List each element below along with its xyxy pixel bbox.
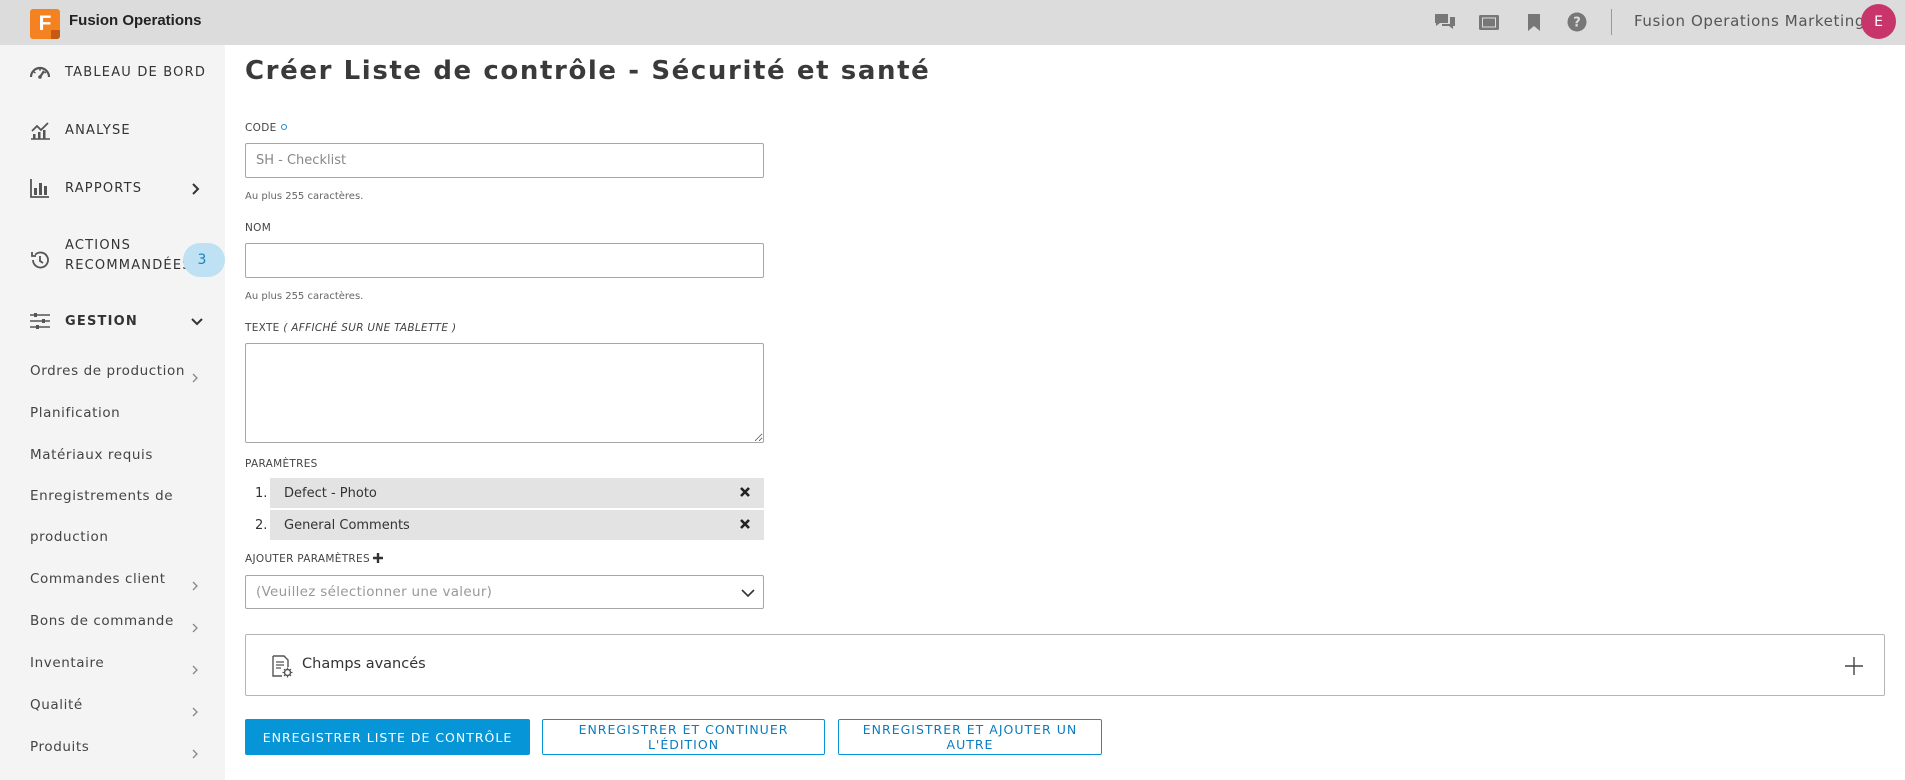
sidebar-item-label: ACTIONS bbox=[65, 238, 132, 253]
param-name: Defect - Photo bbox=[284, 485, 377, 501]
sidebar-item-label: Inventaire bbox=[30, 655, 105, 671]
sidebar-item-label: production bbox=[30, 529, 109, 545]
code-label-text: CODE bbox=[245, 122, 277, 134]
history-icon bbox=[29, 249, 51, 271]
chevron-right-icon bbox=[188, 181, 202, 195]
sidebar-item-management[interactable]: GESTION bbox=[0, 301, 225, 341]
remove-icon[interactable] bbox=[738, 517, 752, 531]
text-label-text: TEXTE bbox=[245, 322, 280, 334]
document-settings-icon bbox=[270, 655, 294, 679]
sidebar-item-recommended-actions[interactable]: ACTIONS RECOMMANDÉES 3 bbox=[0, 235, 225, 285]
code-label: CODE bbox=[245, 122, 287, 134]
top-bar: F Fusion Operations ? Fusion Operations … bbox=[0, 0, 1905, 45]
page-title: Créer Liste de contrôle - Sécurité et sa… bbox=[245, 56, 931, 86]
reports-icon bbox=[29, 177, 51, 199]
name-label: NOM bbox=[245, 222, 272, 234]
chat-icon[interactable] bbox=[1433, 11, 1457, 33]
add-params-label: AJOUTER PARAMÈTRES bbox=[245, 553, 383, 565]
svg-text:?: ? bbox=[1573, 16, 1581, 31]
chevron-down-icon bbox=[190, 314, 204, 328]
sidebar-item-label: Matériaux requis bbox=[30, 447, 153, 463]
save-checklist-button[interactable]: ENREGISTRER LISTE DE CONTRÔLE bbox=[245, 719, 530, 755]
chevron-down-icon bbox=[741, 586, 755, 600]
notification-badge: 3 bbox=[183, 243, 225, 277]
tablet-icon[interactable] bbox=[1477, 11, 1501, 33]
select-placeholder: (Veuillez sélectionner une valeur) bbox=[256, 584, 493, 600]
add-params-select[interactable]: (Veuillez sélectionner une valeur) bbox=[245, 575, 764, 609]
name-hint: Au plus 255 caractères. bbox=[245, 291, 364, 302]
code-input[interactable] bbox=[245, 143, 764, 178]
analytics-icon bbox=[29, 119, 51, 141]
remove-icon[interactable] bbox=[738, 485, 752, 499]
sidebar-item-label: Produits bbox=[30, 739, 90, 755]
param-number: 2. bbox=[255, 518, 268, 533]
required-indicator-icon bbox=[280, 124, 287, 130]
sidebar-item-label: TABLEAU DE BORD bbox=[65, 64, 207, 80]
sidebar-item-customer-orders[interactable]: Commandes client bbox=[30, 571, 210, 587]
chevron-right-icon bbox=[190, 368, 200, 383]
sidebar-item-label: RECOMMANDÉES bbox=[65, 258, 192, 273]
save-continue-button[interactable]: ENREGISTRER ET CONTINUER L'ÉDITION bbox=[542, 719, 825, 755]
sidebar-item-quality[interactable]: Qualité bbox=[30, 697, 210, 713]
chevron-right-icon bbox=[190, 702, 200, 717]
dashboard-icon bbox=[29, 61, 51, 83]
avatar[interactable]: E bbox=[1861, 4, 1896, 39]
sidebar-item-label: Enregistrements de bbox=[30, 488, 174, 504]
account-name[interactable]: Fusion Operations Marketing bbox=[1634, 12, 1865, 30]
param-number: 1. bbox=[255, 486, 268, 501]
chevron-right-icon bbox=[190, 744, 200, 759]
sidebar-item-label: Qualité bbox=[30, 697, 83, 713]
sidebar-item-purchase-orders[interactable]: Bons de commande bbox=[30, 613, 210, 629]
text-label-note: ( AFFICHÉ SUR UNE TABLETTE ) bbox=[283, 322, 457, 334]
text-label: TEXTE ( AFFICHÉ SUR UNE TABLETTE ) bbox=[245, 322, 456, 334]
app-title[interactable]: Fusion Operations bbox=[69, 12, 202, 29]
chevron-right-icon bbox=[190, 576, 200, 591]
param-name: General Comments bbox=[284, 517, 410, 533]
sidebar-item-dashboard[interactable]: TABLEAU DE BORD bbox=[0, 52, 225, 92]
expand-plus-icon[interactable] bbox=[1844, 656, 1864, 676]
sidebar-item-label: ANALYSE bbox=[65, 122, 131, 138]
sliders-icon bbox=[29, 310, 51, 332]
save-add-another-button[interactable]: ENREGISTRER ET AJOUTER UN AUTRE bbox=[838, 719, 1102, 755]
sidebar-item-reports[interactable]: RAPPORTS bbox=[0, 168, 225, 208]
plus-icon[interactable] bbox=[372, 553, 383, 563]
sidebar-item-analysis[interactable]: ANALYSE bbox=[0, 110, 225, 150]
sidebar-item-inventory[interactable]: Inventaire bbox=[30, 655, 210, 671]
advanced-fields-label: Champs avancés bbox=[302, 656, 426, 672]
sidebar-item-required-materials[interactable]: Matériaux requis bbox=[30, 447, 210, 463]
sidebar-item-production-orders[interactable]: Ordres de production bbox=[30, 363, 210, 379]
sidebar-item-label: GESTION bbox=[65, 313, 138, 329]
text-textarea[interactable] bbox=[245, 343, 764, 443]
chevron-right-icon bbox=[190, 618, 200, 633]
sidebar-item-label: Planification bbox=[30, 405, 121, 421]
sidebar-item-label: Ordres de production bbox=[30, 363, 186, 379]
sidebar-item-planning[interactable]: Planification bbox=[30, 405, 210, 421]
sidebar-item-products[interactable]: Produits bbox=[30, 739, 210, 755]
bookmark-icon[interactable] bbox=[1522, 11, 1546, 33]
advanced-fields-panel[interactable]: Champs avancés bbox=[245, 634, 1885, 696]
param-item[interactable]: Defect - Photo bbox=[270, 478, 764, 508]
sidebar-item-label: RAPPORTS bbox=[65, 180, 143, 196]
code-hint: Au plus 255 caractères. bbox=[245, 191, 364, 202]
divider bbox=[1611, 9, 1612, 35]
help-icon[interactable]: ? bbox=[1565, 11, 1589, 33]
params-label: PARAMÈTRES bbox=[245, 458, 318, 470]
add-params-label-text: AJOUTER PARAMÈTRES bbox=[245, 553, 370, 565]
sidebar-item-label: Bons de commande bbox=[30, 613, 174, 629]
name-input[interactable] bbox=[245, 243, 764, 278]
app-logo[interactable]: F bbox=[30, 9, 60, 39]
sidebar-item-label: Commandes client bbox=[30, 571, 166, 587]
sidebar: TABLEAU DE BORD ANALYSE RAPPORTS ACTIONS… bbox=[0, 45, 225, 780]
chevron-right-icon bbox=[190, 660, 200, 675]
param-item[interactable]: General Comments bbox=[270, 510, 764, 540]
